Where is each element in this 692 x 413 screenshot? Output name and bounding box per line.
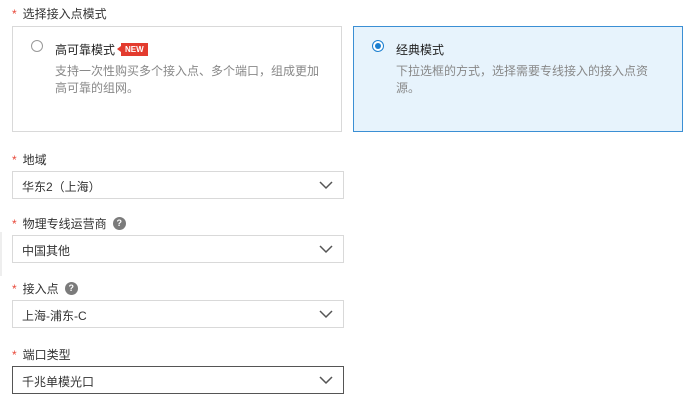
region-label: * 地域	[12, 151, 47, 168]
region-label-text: 地域	[22, 153, 47, 167]
radio-high-reliability[interactable]	[31, 40, 43, 52]
carrier-value: 中国其他	[22, 244, 71, 258]
region-value: 华东2（上海）	[22, 180, 101, 194]
access-mode-label: * 选择接入点模式	[12, 5, 107, 22]
port-type-value: 千兆单模光口	[22, 375, 95, 389]
required-mark: *	[12, 6, 17, 21]
high-reliability-desc: 支持一次性购买多个接入点、多个端口，组成更加高可靠的组网。	[55, 64, 320, 95]
region-select[interactable]: 华东2（上海）	[12, 171, 344, 199]
chevron-down-icon	[319, 181, 333, 190]
carrier-label-text: 物理专线运营商	[22, 217, 107, 231]
high-reliability-mode-option[interactable]: 高可靠模式 NEW 支持一次性购买多个接入点、多个端口，组成更加高可靠的组网。	[12, 26, 342, 132]
chevron-down-icon	[319, 245, 333, 254]
high-reliability-title-text: 高可靠模式	[55, 43, 116, 57]
chevron-down-icon	[319, 310, 333, 319]
required-mark: *	[12, 152, 17, 167]
chevron-down-icon	[319, 376, 333, 385]
help-icon[interactable]: ?	[64, 282, 78, 295]
side-divider	[0, 232, 2, 276]
carrier-label: * 物理专线运营商 ?	[12, 215, 126, 232]
required-mark: *	[12, 216, 17, 231]
high-reliability-title: 高可靠模式 NEW	[55, 41, 148, 58]
classic-desc: 下拉选框的方式，选择需要专线接入的接入点资源。	[396, 64, 649, 95]
classic-title-text: 经典模式	[396, 43, 445, 57]
access-mode-label-text: 选择接入点模式	[22, 7, 107, 21]
radio-classic[interactable]	[372, 40, 384, 52]
required-mark: *	[12, 347, 17, 362]
required-mark: *	[12, 281, 17, 296]
help-icon[interactable]: ?	[112, 217, 126, 230]
access-point-label-text: 接入点	[22, 282, 59, 296]
access-point-label: * 接入点 ?	[12, 280, 78, 297]
access-point-select[interactable]: 上海-浦东-C	[12, 300, 344, 328]
classic-title: 经典模式	[396, 41, 444, 58]
port-type-select[interactable]: 千兆单模光口	[12, 366, 344, 394]
classic-mode-option[interactable]: 经典模式 下拉选框的方式，选择需要专线接入的接入点资源。	[353, 26, 683, 132]
port-type-label: * 端口类型	[12, 346, 71, 363]
carrier-select[interactable]: 中国其他	[12, 235, 344, 263]
access-point-value: 上海-浦东-C	[22, 309, 87, 323]
new-badge: NEW	[117, 43, 148, 56]
port-type-label-text: 端口类型	[22, 348, 71, 362]
